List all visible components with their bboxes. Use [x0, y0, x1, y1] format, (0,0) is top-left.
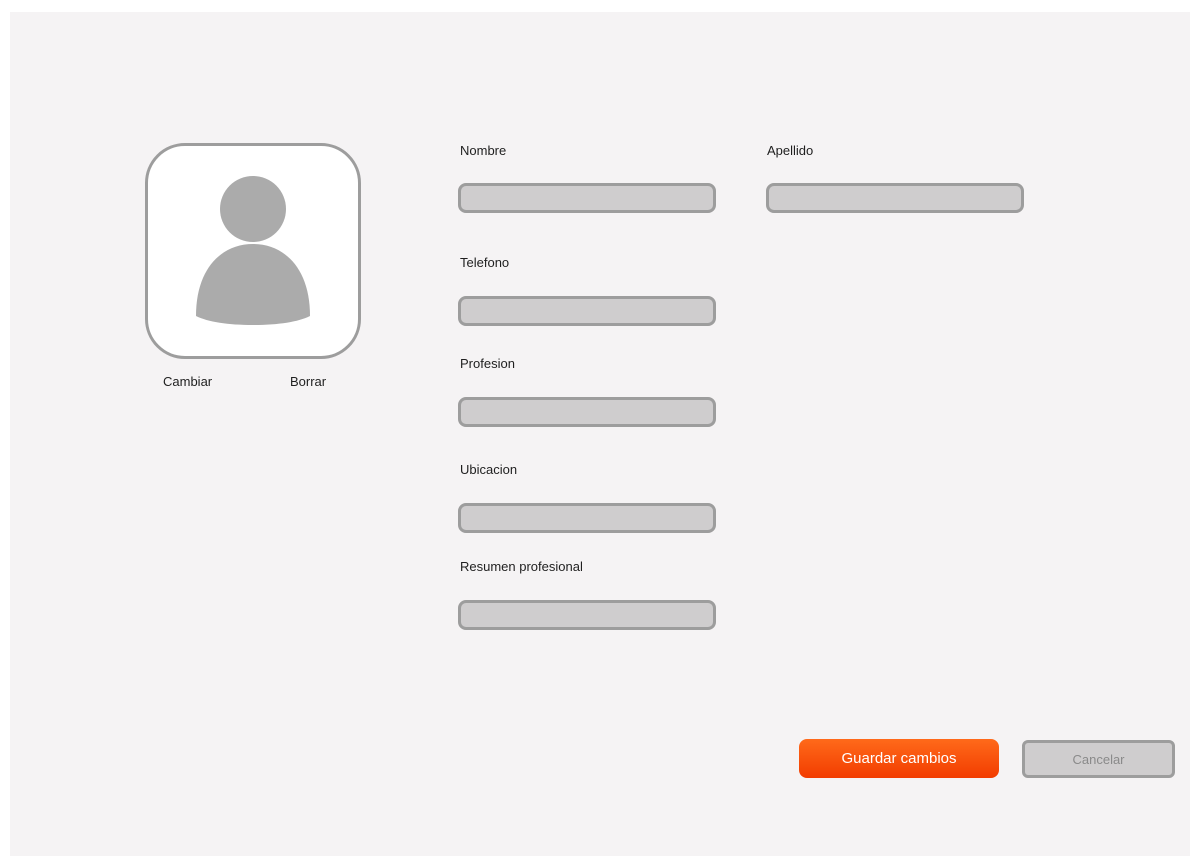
avatar[interactable]	[145, 143, 361, 359]
telefono-field[interactable]	[458, 296, 716, 326]
cancel-button[interactable]: Cancelar	[1022, 740, 1175, 778]
profile-edit-panel: Cambiar Borrar Nombre Apellido Telefono …	[10, 12, 1190, 856]
delete-photo-link[interactable]: Borrar	[290, 374, 326, 389]
ubicacion-field[interactable]	[458, 503, 716, 533]
save-changes-button[interactable]: Guardar cambios	[799, 739, 999, 778]
profesion-field[interactable]	[458, 397, 716, 427]
apellido-label: Apellido	[767, 143, 814, 158]
nombre-field[interactable]	[458, 183, 716, 213]
apellido-field[interactable]	[766, 183, 1024, 213]
telefono-label: Telefono	[460, 255, 510, 270]
nombre-label: Nombre	[460, 143, 507, 158]
user-silhouette-icon	[196, 176, 310, 325]
profesion-label: Profesion	[460, 356, 515, 371]
resumen-field[interactable]	[458, 600, 716, 630]
resumen-label: Resumen profesional	[460, 559, 583, 574]
ubicacion-label: Ubicacion	[460, 462, 518, 477]
change-photo-link[interactable]: Cambiar	[163, 374, 212, 389]
